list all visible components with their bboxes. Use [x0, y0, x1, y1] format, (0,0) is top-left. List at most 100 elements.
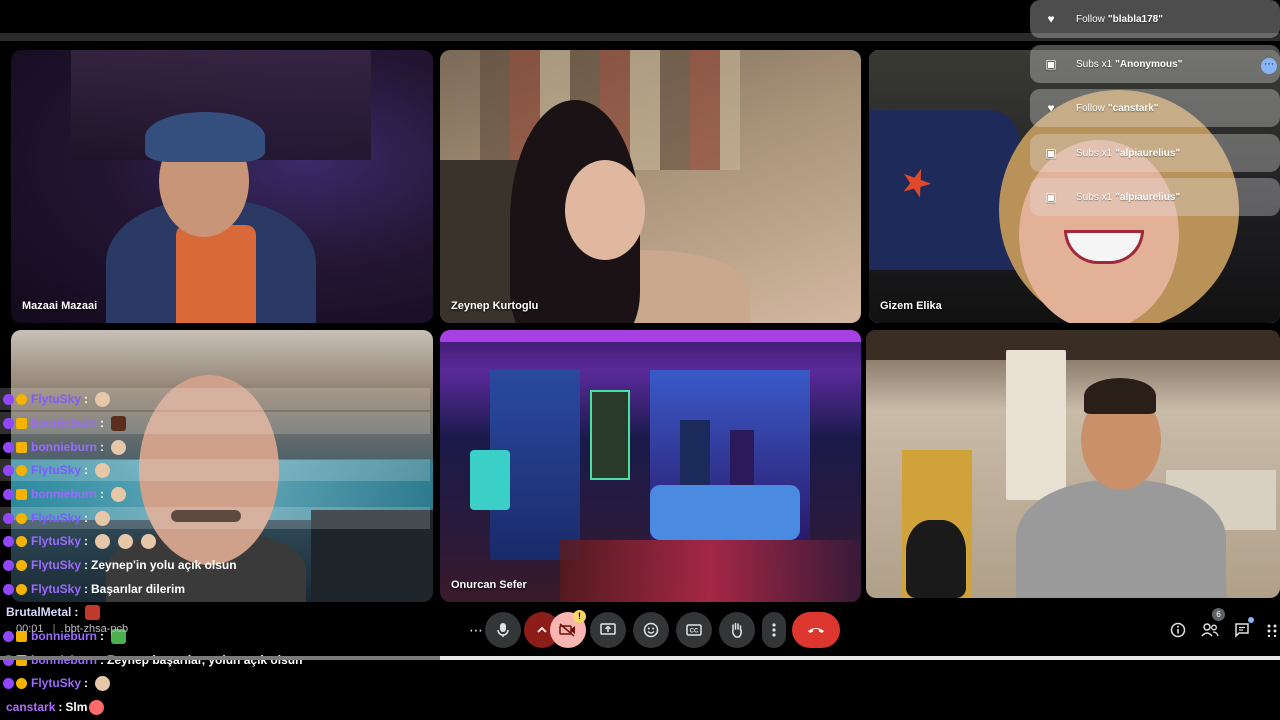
alert-item: ▣ Subs x1 "alpiaurelius" [1030, 178, 1280, 216]
meeting-code: bbt-zhsa-pcb [64, 623, 129, 635]
chat-message: canstark: Slm [0, 696, 108, 718]
chat-message: FlytuSky: [0, 507, 430, 529]
microphone-button[interactable] [485, 612, 521, 648]
chat-username[interactable]: FlytuSky [31, 511, 81, 525]
chat-username[interactable]: FlytuSky [31, 676, 81, 690]
meeting-details-button[interactable] [1168, 620, 1188, 640]
people-icon [1201, 623, 1219, 637]
chat-separator: : [58, 700, 63, 714]
chat-separator: : [84, 676, 89, 690]
mod-badge-icon [3, 441, 14, 453]
people-count-badge: 6 [1212, 608, 1225, 621]
mod-badge-icon [3, 512, 14, 524]
chat-username[interactable]: bonnieburn [31, 440, 97, 454]
chat-username[interactable]: bonnieburn [31, 416, 97, 430]
emote-icon [118, 533, 134, 549]
emote-icon [95, 510, 111, 526]
present-button[interactable] [590, 612, 626, 648]
chat-separator: : [84, 558, 89, 572]
chat-separator: : [100, 487, 104, 501]
chat-message: bonnieburn: [0, 483, 130, 505]
chat-text: Zeynep'in yolu açık olsun [91, 558, 237, 572]
participant-name: Zeynep Kurtoglu [451, 300, 539, 312]
more-actions-button[interactable] [762, 612, 786, 648]
leave-call-button[interactable] [792, 612, 840, 648]
alert-type: Subs x1 [1076, 191, 1113, 203]
captions-button[interactable]: CC [676, 612, 712, 648]
chat-username[interactable]: BrutalMetal [6, 605, 71, 619]
emote-icon [95, 533, 111, 549]
alert-item: ♥ Follow "canstark" [1030, 89, 1280, 127]
sub-badge-icon [16, 535, 27, 547]
participant-tile[interactable] [866, 330, 1280, 598]
chat-message: FlytuSky: [0, 388, 430, 410]
alert-item: ♥ Follow "blabla178" [1030, 0, 1280, 38]
emoji-icon [643, 622, 659, 638]
more-horiz-icon: ⋯ [469, 621, 483, 638]
participant-tile[interactable]: Mazaai Mazaai [11, 50, 433, 323]
mic-icon [497, 623, 509, 637]
mod-badge-icon [3, 393, 14, 405]
participant-tile[interactable]: Zeynep Kurtoglu [440, 50, 861, 323]
chat-button[interactable] [1232, 620, 1252, 640]
chat-separator: : [84, 582, 89, 596]
participant-name: Gizem Elika [880, 300, 942, 312]
chat-message: BrutalMetal: [0, 601, 104, 623]
bottom-divider [440, 656, 1280, 660]
mod-badge-icon [3, 417, 14, 429]
emote-icon [89, 699, 105, 715]
meeting-time: 00:01 [16, 623, 44, 635]
chat-text: Başarılar dilerim [91, 582, 186, 596]
emote-icon [111, 486, 126, 502]
tile-options-icon[interactable]: ⋯ [1261, 58, 1277, 74]
participant-name: Onurcan Sefer [451, 579, 527, 591]
raise-hand-button[interactable] [719, 612, 755, 648]
crown-badge-icon [16, 488, 27, 500]
chat-message: bonnieburn: [0, 436, 130, 458]
mod-badge-icon [3, 464, 14, 476]
mod-badge-icon [3, 488, 14, 500]
chat-username[interactable]: FlytuSky [31, 392, 81, 406]
participant-tile[interactable]: Onurcan Sefer [440, 330, 861, 602]
chat-username[interactable]: FlytuSky [31, 463, 81, 477]
alert-user: "alpiaurelius" [1115, 191, 1181, 203]
chat-username[interactable]: FlytuSky [31, 582, 81, 596]
heart-icon: ♥ [1047, 101, 1055, 115]
chevron-up-icon [537, 626, 547, 633]
gift-icon: ▣ [1045, 57, 1057, 71]
chat-message: FlytuSky: [0, 530, 160, 552]
chat-separator: : [100, 440, 104, 454]
emote-icon [111, 415, 126, 431]
svg-text:CC: CC [690, 629, 699, 635]
alert-type: Subs x1 [1076, 147, 1113, 159]
emote-icon [95, 391, 111, 407]
chat-separator: : [84, 511, 89, 525]
sub-badge-icon [16, 512, 27, 524]
chat-message: bonnieburn: Zeynep başarılar, yolun açık … [0, 649, 302, 671]
mod-badge-icon [3, 559, 14, 571]
chat-message: FlytuSky: [0, 459, 430, 481]
more-vert-icon [772, 623, 776, 637]
mod-badge-icon [3, 535, 14, 547]
emote-icon [141, 533, 157, 549]
chat-username[interactable]: FlytuSky [31, 534, 81, 548]
reactions-button[interactable] [633, 612, 669, 648]
bottom-divider-left [0, 656, 440, 660]
chat-username[interactable]: bonnieburn [31, 487, 97, 501]
chat-message: FlytuSky: Başarılar dilerim [0, 578, 185, 600]
heart-icon: ♥ [1047, 12, 1055, 26]
crown-badge-icon [16, 441, 27, 453]
meeting-info: 00:01 | bbt-zhsa-pcb [16, 623, 129, 635]
chat-message: FlytuSky: [0, 672, 114, 694]
chat-username[interactable]: canstark [6, 700, 55, 714]
mod-badge-icon [3, 677, 14, 689]
info-icon [1170, 622, 1186, 638]
activities-button[interactable] [1264, 620, 1280, 640]
people-button[interactable] [1200, 620, 1220, 640]
apps-icon [1267, 624, 1277, 637]
emote-icon [85, 604, 101, 620]
chat-username[interactable]: FlytuSky [31, 558, 81, 572]
sub-badge-icon [16, 677, 27, 689]
camera-warning-badge: ! [573, 610, 586, 623]
alert-user: "blabla178" [1107, 13, 1163, 25]
